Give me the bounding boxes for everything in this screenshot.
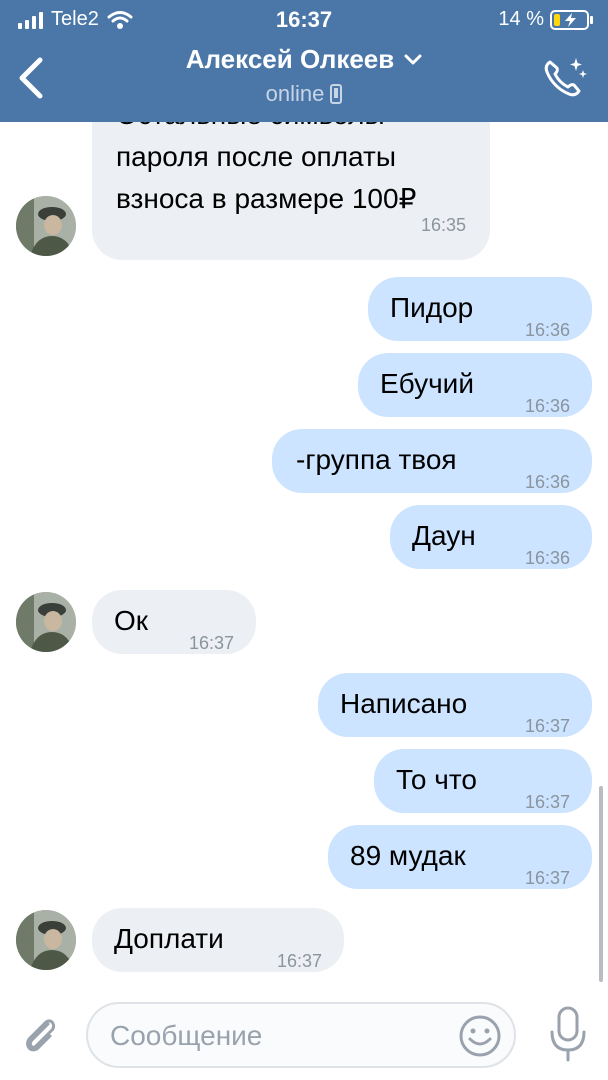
- avatar[interactable]: [16, 910, 76, 970]
- message-text: Ок: [114, 605, 149, 636]
- attach-icon[interactable]: [18, 1012, 64, 1058]
- status-bar: Tele2 16:37 14 %: [0, 0, 608, 38]
- status-right: 14 %: [498, 8, 594, 31]
- message-time: 16:36: [524, 548, 570, 568]
- avatar[interactable]: [16, 196, 76, 256]
- contact-info[interactable]: Алексей Олкеев online: [120, 44, 488, 107]
- message-text: Ебучий: [380, 368, 474, 399]
- contact-name: Алексей Олкеев: [185, 44, 395, 74]
- avatar-photo: [16, 592, 76, 652]
- message-list[interactable]: Остальные символы пароля после оплаты вз…: [0, 122, 608, 992]
- message-line: пароля после оплаты: [116, 141, 396, 172]
- message-placeholder: Сообщение: [110, 1020, 263, 1051]
- message-bubble-outgoing[interactable]: 89 мудак 16:37: [328, 825, 592, 889]
- message-bubble-outgoing[interactable]: Написано 16:37: [318, 673, 592, 737]
- battery-icon: [550, 9, 593, 30]
- message-time: 16:37: [524, 792, 570, 812]
- message-time: 16:37: [188, 633, 234, 653]
- message-time: 16:36: [524, 396, 570, 416]
- message-bubble-incoming[interactable]: Доплати 16:37: [92, 908, 344, 972]
- message-bubble-outgoing[interactable]: То что 16:37: [374, 749, 592, 813]
- online-status: online: [265, 81, 325, 106]
- call-icon[interactable]: [540, 54, 588, 102]
- chevron-down-icon: [404, 54, 422, 64]
- message-line: Остальные символы: [116, 122, 416, 136]
- contact-status: online: [266, 81, 343, 107]
- message-time: 16:37: [524, 868, 570, 888]
- message-time: 16:37: [524, 716, 570, 736]
- chat-header: Алексей Олкеев online: [0, 38, 608, 122]
- battery-percent: 14 %: [498, 8, 544, 30]
- message-text: Пидор: [390, 292, 474, 323]
- back-arrow-icon[interactable]: [14, 56, 50, 100]
- phone-icon: [330, 84, 343, 104]
- message-bubble-incoming[interactable]: Остальные символы пароля после оплаты вз…: [92, 122, 490, 260]
- message-input[interactable]: Сообщение: [86, 1002, 516, 1068]
- contact-title[interactable]: Алексей Олкеев: [186, 44, 423, 75]
- message-text: Написано: [340, 688, 468, 719]
- composer: Сообщение: [0, 992, 608, 1080]
- message-text: То что: [396, 764, 477, 795]
- message-text: -группа твоя: [296, 444, 457, 475]
- message-bubble-outgoing[interactable]: Ебучий 16:36: [358, 353, 592, 417]
- message-text: 89 мудак: [350, 840, 466, 871]
- mic-icon[interactable]: [548, 1006, 588, 1062]
- message-text: Остальные символы пароля после оплаты вз…: [116, 122, 416, 220]
- message-time: 16:37: [276, 951, 322, 971]
- avatar-photo: [16, 196, 76, 256]
- message-bubble-outgoing[interactable]: Даун 16:36: [390, 505, 592, 569]
- avatar-photo: [16, 910, 76, 970]
- message-time: 16:35: [420, 215, 466, 235]
- message-text: Доплати: [114, 923, 224, 954]
- smile-icon[interactable]: [458, 1014, 502, 1058]
- message-bubble-outgoing[interactable]: -группа твоя 16:36: [272, 429, 592, 493]
- scroll-indicator[interactable]: [599, 786, 603, 982]
- message-bubble-outgoing[interactable]: Пидор 16:36: [368, 277, 592, 341]
- avatar[interactable]: [16, 592, 76, 652]
- message-time: 16:36: [524, 320, 570, 340]
- message-line: взноса в размере 100₽: [116, 183, 417, 214]
- message-text: Даун: [412, 520, 476, 551]
- message-time: 16:36: [524, 472, 570, 492]
- message-bubble-incoming[interactable]: Ок 16:37: [92, 590, 256, 654]
